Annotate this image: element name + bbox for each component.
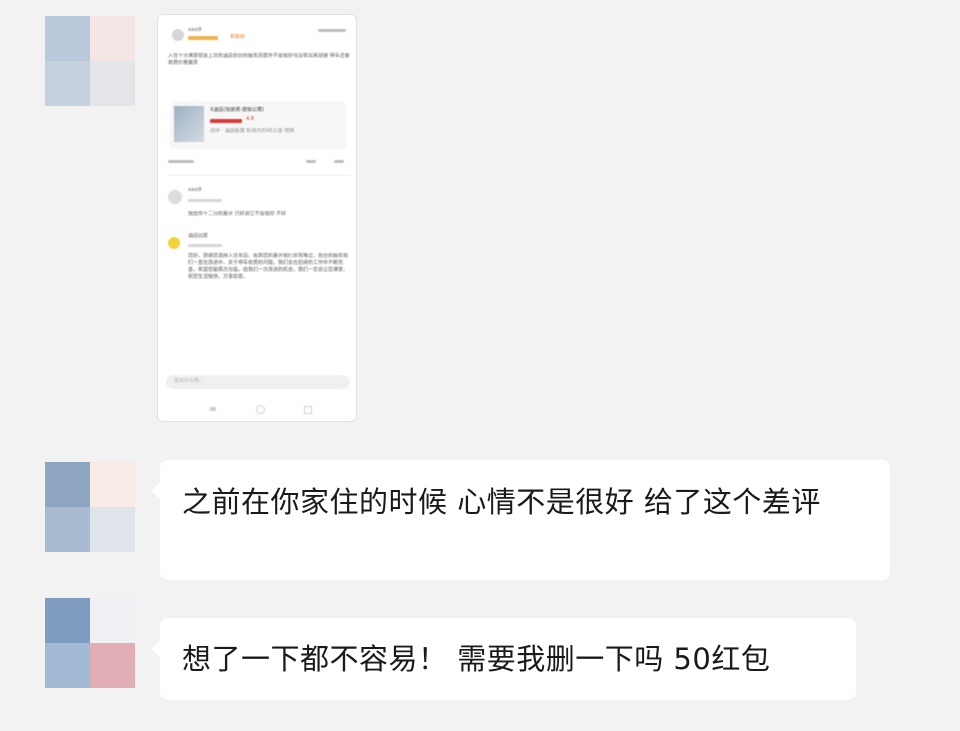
reply1-text: 我给你十二分的差评 只好说它不是很好 不好 (188, 211, 287, 217)
hotel-subtitle: 点评 · 酒店距离 机场大约45公里 地铁 (210, 128, 295, 134)
message-text: 想了一下都不容易！ 需要我删一下吗 50红包 (182, 642, 771, 676)
reviewer-avatar (172, 29, 184, 41)
screenshot-image-message[interactable]: xxx评 有帮助 入住十分满意但是上次的酒店前台的服务态度并不是很好也没有出来迎… (157, 14, 357, 422)
message-bubble[interactable]: 之前在你家住的时候 心情不是很好 给了这个差评 (151, 460, 890, 580)
reply2-text: 您好，感谢您选择入住本店。看到您的差评我们非常难过，前台的服务我们一直在改进中，… (188, 253, 349, 280)
message-bubble[interactable]: 想了一下都不容易！ 需要我删一下吗 50红包 (151, 618, 856, 700)
comment-input-placeholder: 说点什么吧... (174, 378, 204, 384)
sender-avatar[interactable] (45, 462, 135, 552)
hotel-card: X酒店(观景房·度假公寓) 4.8 点评 · 酒店距离 机场大约45公里 地铁 (170, 101, 346, 149)
review-body: 入住十分满意但是上次的酒店前台的服务态度并不是很好也没有出来迎接 停车还要收费价… (168, 53, 350, 66)
hotel-thumbnail (174, 106, 204, 142)
reviewer-name: xxx评 (188, 27, 202, 33)
hotel-name: X酒店(观景房·度假公寓) (210, 107, 264, 113)
nav-back-icon (210, 407, 216, 411)
hotel-stars (210, 119, 242, 123)
message-text: 之前在你家住的时候 心情不是很好 给了这个差评 (182, 485, 821, 519)
reply2-name: 酒店回复 (188, 233, 209, 239)
sender-avatar[interactable] (45, 598, 135, 688)
nav-home-icon (256, 405, 265, 414)
reply1-name: xxx评 (188, 187, 202, 193)
hotel-rating: 4.8 (246, 116, 254, 122)
reply-avatar (168, 190, 182, 204)
review-screenshot: xxx评 有帮助 入住十分满意但是上次的酒店前台的服务态度并不是很好也没有出来迎… (158, 15, 356, 421)
sender-avatar[interactable] (45, 16, 135, 108)
review-tag: 有帮助 (230, 34, 246, 40)
hotel-reply-avatar (168, 237, 180, 249)
comment-input: 说点什么吧... (166, 375, 350, 389)
chat-window: xxx评 有帮助 入住十分满意但是上次的酒店前台的服务态度并不是很好也没有出来迎… (0, 0, 960, 731)
star-rating (188, 36, 218, 40)
nav-recent-icon (304, 406, 312, 414)
